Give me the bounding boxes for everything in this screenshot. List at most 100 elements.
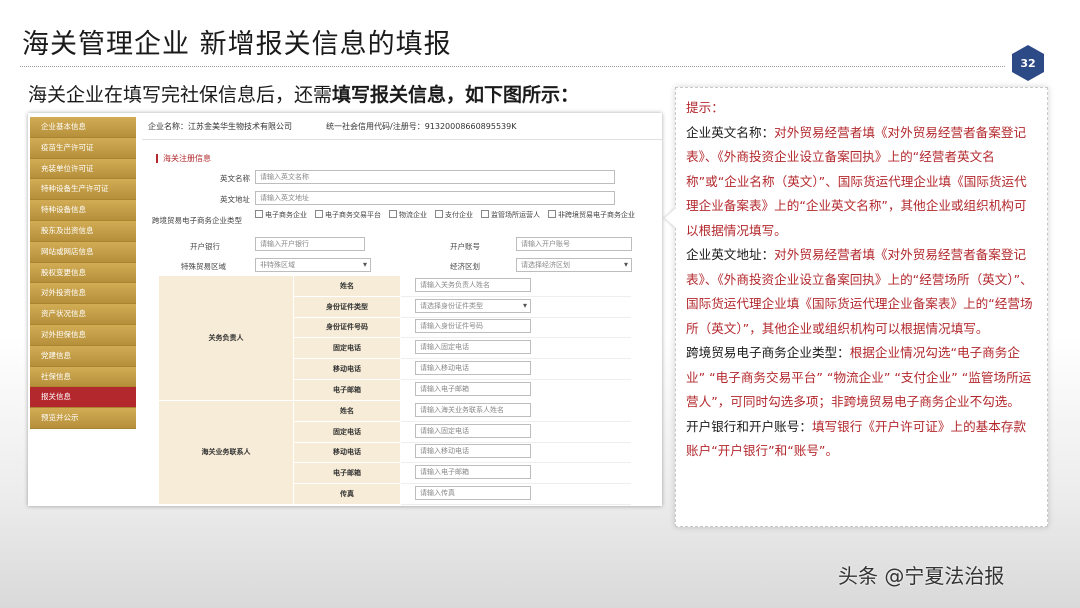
group-label: 海关业务联系人: [158, 400, 294, 505]
field-label: 固定电话: [293, 337, 401, 360]
ecommerce-type-options: 电子商务企业 电子商务交易平台 物流企业 支付企业 监管场所运营人 非跨境贸易电子商务企业: [255, 210, 645, 220]
english-address-label: 英文地址: [220, 195, 250, 204]
customs-contact-table: 海关业务联系人 姓名 请输入海关业务联系人姓名 固定电话 请输入固定电话 移动电话 请输入移…: [158, 400, 631, 505]
sidebar-item[interactable]: 党建信息: [30, 345, 136, 367]
tip-term: 跨境贸易电子商务企业类型：: [686, 345, 850, 360]
tip-item: 开户银行和开户账号：填写银行《开户许可证》上的基本存款账户“开户银行”和“账号”…: [686, 415, 1037, 464]
field-select[interactable]: 请选择身份证件类型: [415, 298, 531, 313]
sidebar-item[interactable]: 疫苗生产许可证: [30, 137, 136, 159]
subtitle-emphasis: 填写报关信息，如下图所示：: [332, 84, 580, 106]
english-name-label: 英文名称: [220, 174, 250, 183]
english-name-input[interactable]: 请输入英文名称: [255, 170, 615, 184]
field-input[interactable]: 请输入移动电话: [415, 444, 531, 459]
checkbox[interactable]: [548, 210, 556, 218]
field-value-cell: 请输入传真: [400, 483, 631, 505]
slide-title: 海关管理企业 新增报关信息的填报: [22, 29, 452, 60]
checkbox[interactable]: [481, 210, 489, 218]
field-label: 电子邮箱: [293, 378, 401, 401]
section-title: 海关注册信息: [156, 154, 211, 163]
field-value-cell: 请输入移动电话: [400, 441, 631, 464]
company-info-bar: 企业名称：江苏金美华生物技术有限公司 统一社会信用代码/注册号：913200086…: [148, 121, 550, 132]
sidebar-item[interactable]: 资产状况信息: [30, 304, 136, 325]
sidebar-item[interactable]: 对外投资信息: [30, 283, 136, 305]
ecommerce-option[interactable]: 电子商务企业: [255, 210, 307, 220]
account-label: 开户账号: [450, 242, 480, 251]
field-value-cell: 请输入身份证件号码: [400, 316, 631, 339]
tips-header: 提示：: [686, 100, 724, 115]
bank-input[interactable]: 请输入开户银行: [255, 237, 365, 251]
field-input[interactable]: 请输入移动电话: [415, 361, 531, 376]
special-zone-label: 特殊贸易区域: [181, 262, 226, 271]
sidebar-item[interactable]: 企业基本信息: [30, 117, 136, 138]
ecommerce-type-label: 跨境贸易电子商务企业类型: [152, 216, 242, 225]
field-label: 姓名: [293, 400, 401, 422]
field-value-cell: 请输入固定电话: [400, 420, 631, 443]
ecommerce-option[interactable]: 物流企业: [389, 210, 427, 220]
checkbox[interactable]: [315, 210, 323, 218]
sidebar-item[interactable]: 报关信息: [30, 387, 136, 409]
ecommerce-option[interactable]: 支付企业: [435, 210, 473, 220]
option-label: 电子商务交易平台: [325, 211, 381, 219]
credit-code: 统一社会信用代码/注册号：91320008660895539K: [326, 122, 517, 131]
sidebar-item[interactable]: 特种设备生产许可证: [30, 179, 136, 201]
field-input[interactable]: 请输入身份证件号码: [415, 319, 531, 334]
field-input[interactable]: 请输入固定电话: [415, 340, 531, 355]
sidebar-item[interactable]: 网站或网店信息: [30, 241, 136, 263]
field-value-cell: 请输入电子邮箱: [400, 462, 631, 485]
group-label: 关务负责人: [158, 275, 294, 401]
ecommerce-option[interactable]: 电子商务交易平台: [315, 210, 381, 220]
ecommerce-option[interactable]: 监管场所运营人: [481, 210, 540, 220]
field-label: 移动电话: [293, 358, 401, 380]
economic-zone-label: 经济区划: [450, 262, 480, 271]
tip-item: 跨境贸易电子商务企业类型：根据企业情况勾选“电子商务企业” “电子商务交易平台”…: [686, 341, 1037, 415]
sidebar-item[interactable]: 股东及出资信息: [30, 220, 136, 242]
sidebar-nav: 企业基本信息 疫苗生产许可证 充装单位许可证 特种设备生产许可证 特种设备信息 股东及出资…: [30, 117, 136, 429]
checkbox[interactable]: [389, 210, 397, 218]
page-number-badge: 32: [1012, 45, 1044, 81]
tips-callout: 提示： 企业英文名称：对外贸易经营者填《对外贸易经营者备案登记表》、《外商投资企…: [675, 87, 1048, 527]
ecommerce-option[interactable]: 非跨境贸易电子商务企业: [548, 210, 635, 220]
option-label: 监管场所运营人: [491, 211, 540, 219]
tip-item: 企业英文名称：对外贸易经营者填《对外贸易经营者备案登记表》、《外商投资企业设立备…: [686, 121, 1037, 244]
field-input[interactable]: 请输入电子邮箱: [415, 381, 531, 396]
sidebar-item[interactable]: 股权变更信息: [30, 262, 136, 284]
field-input[interactable]: 请输入固定电话: [415, 423, 531, 438]
special-zone-select[interactable]: 非特殊区域: [255, 258, 371, 272]
field-value-cell: 请输入固定电话: [400, 337, 631, 360]
option-label: 支付企业: [445, 211, 473, 219]
bank-label: 开户银行: [190, 242, 220, 251]
field-label: 身份证件号码: [293, 316, 401, 339]
field-input[interactable]: 请输入关务负责人姓名: [415, 277, 531, 292]
field-label: 身份证件类型: [293, 295, 401, 318]
economic-zone-select[interactable]: 请选择经济区划: [516, 258, 632, 272]
field-value-cell: 请选择身份证件类型: [400, 295, 631, 318]
tips-list: 企业英文名称：对外贸易经营者填《对外贸易经营者备案登记表》、《外商投资企业设立备…: [686, 121, 1037, 464]
field-value-cell: 请输入关务负责人姓名: [400, 275, 631, 297]
divider: [142, 139, 662, 140]
subtitle-text: 海关企业在填写完社保信息后，还需: [28, 84, 333, 106]
sidebar-item[interactable]: 对外担保信息: [30, 324, 136, 346]
english-address-input[interactable]: 请输入英文地址: [255, 191, 615, 205]
watermark: 头条 @宁夏法治报: [838, 564, 1005, 588]
account-input[interactable]: 请输入开户账号: [516, 237, 632, 251]
sidebar-item[interactable]: 充装单位许可证: [30, 158, 136, 180]
sidebar-item[interactable]: 特种设备信息: [30, 200, 136, 221]
title-divider: [20, 66, 1005, 67]
field-label: 固定电话: [293, 420, 401, 443]
table-row: 关务负责人 姓名 请输入关务负责人姓名: [158, 275, 631, 401]
sidebar-item[interactable]: 预览并公示: [30, 408, 136, 429]
tip-term: 企业英文地址：: [686, 247, 775, 262]
tip-description: 对外贸易经营者填《对外贸易经营者备案登记表》、《外商投资企业设立备案回执》上的“…: [686, 124, 1027, 238]
field-value-cell: 请输入海关业务联系人姓名: [400, 400, 631, 422]
table-row: 海关业务联系人 姓名 请输入海关业务联系人姓名: [158, 400, 631, 505]
sidebar-item[interactable]: 社保信息: [30, 366, 136, 388]
field-input[interactable]: 请输入电子邮箱: [415, 465, 531, 480]
checkbox[interactable]: [435, 210, 443, 218]
field-label: 电子邮箱: [293, 462, 401, 485]
field-input[interactable]: 请输入海关业务联系人姓名: [415, 402, 531, 417]
field-input[interactable]: 请输入传真: [415, 486, 531, 501]
field-label: 姓名: [293, 275, 401, 297]
option-label: 物流企业: [399, 211, 427, 219]
checkbox[interactable]: [255, 210, 263, 218]
option-label: 电子商务企业: [265, 211, 307, 219]
